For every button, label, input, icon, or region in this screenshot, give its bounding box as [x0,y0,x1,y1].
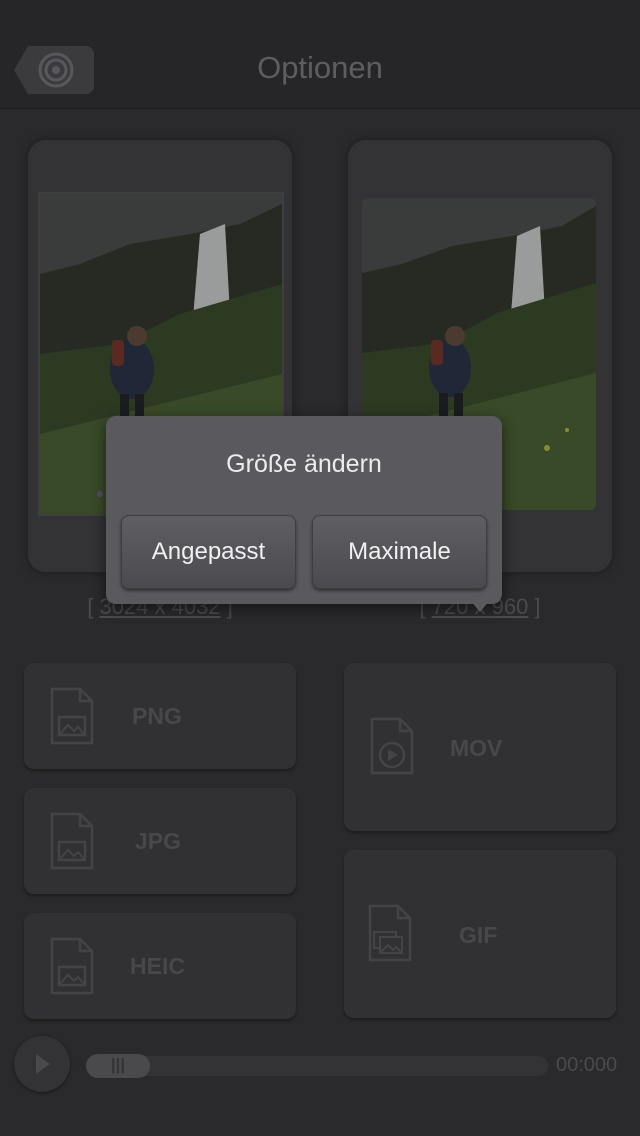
slider-grip: ||| [110,1055,126,1074]
gif-label: GIF [459,922,498,948]
playback-track[interactable] [86,1056,548,1076]
heic-button[interactable]: HEIC [24,913,296,1019]
page-title: Optionen [257,50,383,85]
playback-slider-thumb[interactable]: ||| [86,1054,150,1078]
jpg-button[interactable]: JPG [24,788,296,894]
play-icon [36,1054,50,1074]
jpg-label: JPG [135,828,182,854]
play-button[interactable] [14,1036,70,1092]
popup-arrow [470,600,490,612]
gif-button[interactable]: GIF [344,850,616,1018]
image-file-icon [50,812,94,870]
fit-size-button[interactable]: Angepasst [121,515,296,589]
png-button[interactable]: PNG [24,663,296,769]
png-label: PNG [132,703,182,729]
video-file-icon [370,717,414,775]
max-size-button[interactable]: Maximale [312,515,487,589]
image-file-icon [50,937,94,995]
mov-button[interactable]: MOV [344,663,616,831]
popup-title: Größe ändern [226,450,382,478]
mov-label: MOV [450,735,503,761]
playback-time: 00:000 [556,1054,618,1076]
image-file-icon [50,687,94,745]
gif-file-icon [368,904,412,962]
heic-label: HEIC [130,953,185,979]
